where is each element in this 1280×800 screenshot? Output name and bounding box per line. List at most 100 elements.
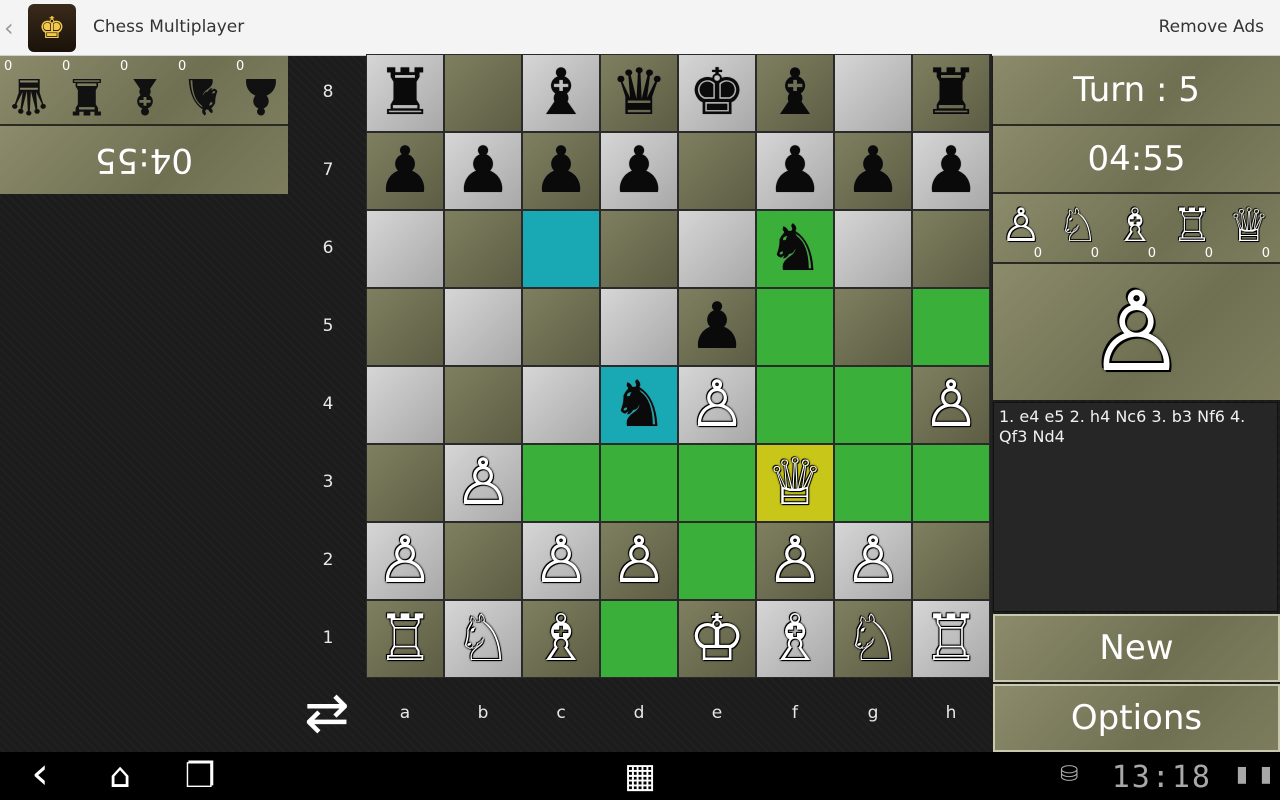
square-a3[interactable] bbox=[366, 444, 444, 522]
square-e8[interactable]: ♚ bbox=[678, 54, 756, 132]
square-g4[interactable] bbox=[834, 366, 912, 444]
square-c4[interactable] bbox=[522, 366, 600, 444]
square-h3[interactable] bbox=[912, 444, 990, 522]
piece-h8[interactable]: ♜ bbox=[922, 61, 979, 125]
square-b5[interactable] bbox=[444, 288, 522, 366]
square-d2[interactable]: ♙ bbox=[600, 522, 678, 600]
square-h8[interactable]: ♜ bbox=[912, 54, 990, 132]
square-g7[interactable]: ♟ bbox=[834, 132, 912, 210]
status-clock[interactable]: 13:18 bbox=[1112, 760, 1212, 795]
square-a6[interactable] bbox=[366, 210, 444, 288]
square-h4[interactable]: ♙ bbox=[912, 366, 990, 444]
square-c6[interactable] bbox=[522, 210, 600, 288]
piece-h1[interactable]: ♖ bbox=[922, 607, 979, 671]
nav-apps-icon[interactable]: ▦ bbox=[618, 756, 662, 796]
square-b4[interactable] bbox=[444, 366, 522, 444]
square-d1[interactable] bbox=[600, 600, 678, 678]
nav-back-icon[interactable]: ‹ bbox=[22, 752, 58, 796]
square-a4[interactable] bbox=[366, 366, 444, 444]
square-f4[interactable] bbox=[756, 366, 834, 444]
square-e2[interactable] bbox=[678, 522, 756, 600]
piece-d7[interactable]: ♟ bbox=[610, 139, 667, 203]
piece-f6[interactable]: ♞ bbox=[766, 217, 823, 281]
back-chevron-icon[interactable]: ‹ bbox=[4, 14, 14, 42]
square-b7[interactable]: ♟ bbox=[444, 132, 522, 210]
piece-h7[interactable]: ♟ bbox=[922, 139, 979, 203]
square-f5[interactable] bbox=[756, 288, 834, 366]
square-c8[interactable]: ♝ bbox=[522, 54, 600, 132]
nav-recents-icon[interactable]: ❐ bbox=[176, 756, 224, 796]
piece-f1[interactable]: ♗ bbox=[766, 607, 823, 671]
square-g5[interactable] bbox=[834, 288, 912, 366]
square-h6[interactable] bbox=[912, 210, 990, 288]
square-a1[interactable]: ♖ bbox=[366, 600, 444, 678]
piece-g2[interactable]: ♙ bbox=[844, 529, 901, 593]
piece-d8[interactable]: ♛ bbox=[610, 61, 667, 125]
piece-c1[interactable]: ♗ bbox=[532, 607, 589, 671]
square-e1[interactable]: ♔ bbox=[678, 600, 756, 678]
square-e7[interactable] bbox=[678, 132, 756, 210]
square-c7[interactable]: ♟ bbox=[522, 132, 600, 210]
square-a7[interactable]: ♟ bbox=[366, 132, 444, 210]
store-notification-icon[interactable]: ⛁ bbox=[1060, 762, 1078, 787]
square-g1[interactable]: ♘ bbox=[834, 600, 912, 678]
square-a8[interactable]: ♜ bbox=[366, 54, 444, 132]
piece-f7[interactable]: ♟ bbox=[766, 139, 823, 203]
square-d5[interactable] bbox=[600, 288, 678, 366]
square-b2[interactable] bbox=[444, 522, 522, 600]
square-a2[interactable]: ♙ bbox=[366, 522, 444, 600]
piece-h4[interactable]: ♙ bbox=[922, 373, 979, 437]
piece-f2[interactable]: ♙ bbox=[766, 529, 823, 593]
piece-e4[interactable]: ♙ bbox=[688, 373, 745, 437]
square-e3[interactable] bbox=[678, 444, 756, 522]
piece-c2[interactable]: ♙ bbox=[532, 529, 589, 593]
square-f3[interactable]: ♕ bbox=[756, 444, 834, 522]
piece-f8[interactable]: ♝ bbox=[766, 61, 823, 125]
chess-board[interactable]: ♜ ♝ ♛ ♚ ♝ ♜ ♟ ♟ ♟ ♟ ♟ ♟ ♟ ♞ ♟ ♞ ♙ ♙ ♙ ♕ ♙ ♙ ♙ ♙ ♙ ♖ ♘ ♗ ♔ ♗ ♘ ♖ bbox=[366, 54, 992, 678]
square-d4[interactable]: ♞ bbox=[600, 366, 678, 444]
piece-c8[interactable]: ♝ bbox=[532, 61, 589, 125]
square-h7[interactable]: ♟ bbox=[912, 132, 990, 210]
square-d7[interactable]: ♟ bbox=[600, 132, 678, 210]
square-d3[interactable] bbox=[600, 444, 678, 522]
nav-home-icon[interactable]: ⌂ bbox=[100, 756, 140, 796]
square-e4[interactable]: ♙ bbox=[678, 366, 756, 444]
piece-b1[interactable]: ♘ bbox=[454, 607, 511, 671]
square-b3[interactable]: ♙ bbox=[444, 444, 522, 522]
piece-e8[interactable]: ♚ bbox=[688, 61, 745, 125]
square-f6[interactable]: ♞ bbox=[756, 210, 834, 288]
piece-a7[interactable]: ♟ bbox=[376, 139, 433, 203]
square-c5[interactable] bbox=[522, 288, 600, 366]
square-e6[interactable] bbox=[678, 210, 756, 288]
piece-c7[interactable]: ♟ bbox=[532, 139, 589, 203]
square-f8[interactable]: ♝ bbox=[756, 54, 834, 132]
remove-ads-button[interactable]: Remove Ads bbox=[1159, 17, 1264, 37]
piece-b7[interactable]: ♟ bbox=[454, 139, 511, 203]
square-g6[interactable] bbox=[834, 210, 912, 288]
piece-a1[interactable]: ♖ bbox=[376, 607, 433, 671]
square-f7[interactable]: ♟ bbox=[756, 132, 834, 210]
app-logo-icon[interactable]: ♚ bbox=[28, 4, 76, 52]
square-h1[interactable]: ♖ bbox=[912, 600, 990, 678]
new-game-button[interactable]: New bbox=[993, 614, 1280, 682]
square-e5[interactable]: ♟ bbox=[678, 288, 756, 366]
square-d8[interactable]: ♛ bbox=[600, 54, 678, 132]
square-f1[interactable]: ♗ bbox=[756, 600, 834, 678]
square-h5[interactable] bbox=[912, 288, 990, 366]
square-b8[interactable] bbox=[444, 54, 522, 132]
square-g2[interactable]: ♙ bbox=[834, 522, 912, 600]
square-a5[interactable] bbox=[366, 288, 444, 366]
piece-g1[interactable]: ♘ bbox=[844, 607, 901, 671]
piece-e1[interactable]: ♔ bbox=[688, 607, 745, 671]
square-d6[interactable] bbox=[600, 210, 678, 288]
options-button[interactable]: Options bbox=[993, 684, 1280, 752]
square-f2[interactable]: ♙ bbox=[756, 522, 834, 600]
piece-e5[interactable]: ♟ bbox=[688, 295, 745, 359]
piece-a2[interactable]: ♙ bbox=[376, 529, 433, 593]
piece-b3[interactable]: ♙ bbox=[454, 451, 511, 515]
square-c2[interactable]: ♙ bbox=[522, 522, 600, 600]
piece-a8[interactable]: ♜ bbox=[376, 61, 433, 125]
square-g3[interactable] bbox=[834, 444, 912, 522]
square-c3[interactable] bbox=[522, 444, 600, 522]
piece-f3[interactable]: ♕ bbox=[766, 451, 823, 515]
